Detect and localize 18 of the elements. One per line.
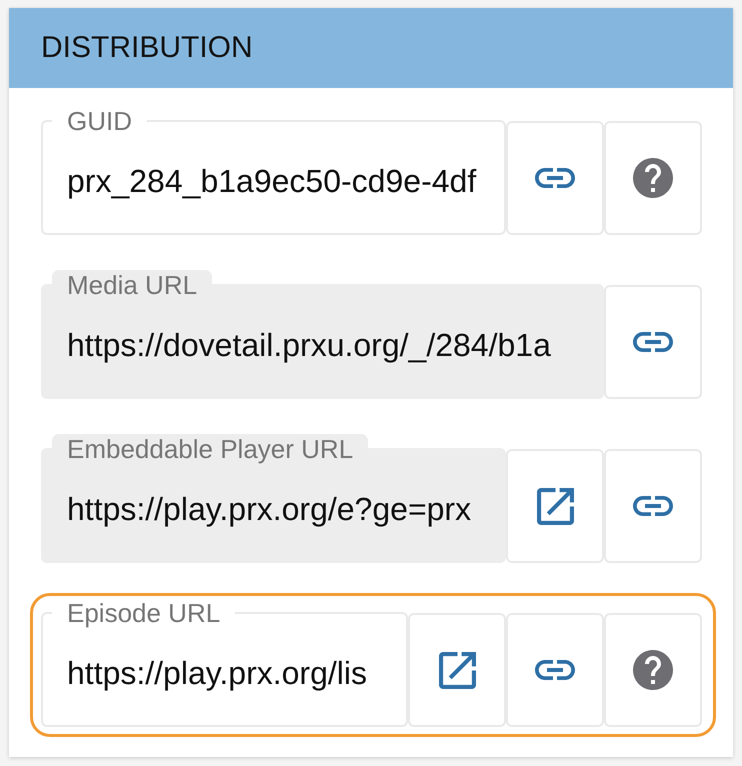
copy-link-button[interactable] [506, 613, 604, 727]
help-button[interactable] [604, 613, 702, 727]
link-icon [535, 660, 575, 680]
link-icon [633, 496, 673, 516]
link-icon [535, 168, 575, 188]
panel-title: DISTRIBUTION [41, 33, 253, 63]
copy-link-button[interactable] [604, 285, 702, 399]
copy-link-button[interactable] [506, 121, 604, 235]
copy-link-button[interactable] [604, 449, 702, 563]
external-link-icon [438, 652, 476, 688]
link-icon [633, 332, 673, 352]
help-icon [633, 650, 673, 690]
open-link-button[interactable] [408, 613, 506, 727]
open-link-button[interactable] [506, 449, 604, 563]
field-label: Embeddable Player URL [52, 434, 368, 464]
help-button[interactable] [604, 121, 702, 235]
help-icon [633, 158, 673, 198]
external-link-icon [536, 488, 574, 524]
